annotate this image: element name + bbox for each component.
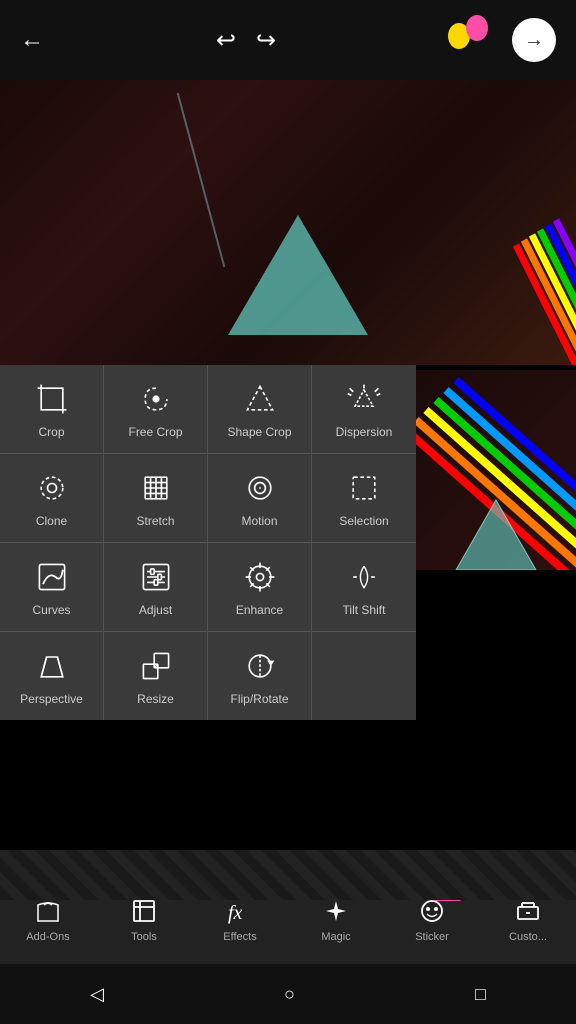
crop-icon xyxy=(32,379,72,419)
effects-label: Effects xyxy=(223,931,256,943)
stretch-label: Stretch xyxy=(136,514,174,528)
next-icon: → xyxy=(524,29,544,52)
free-crop-icon xyxy=(136,379,176,419)
crop-label: Crop xyxy=(38,425,64,439)
adjust-icon xyxy=(136,557,176,597)
prism-beam xyxy=(177,93,226,267)
tools-panel: Crop Free Crop Shape Crop xyxy=(0,365,416,720)
undo-button[interactable]: ↩ xyxy=(216,26,236,55)
tool-flip-rotate[interactable]: Flip/Rotate xyxy=(208,632,312,720)
tool-adjust[interactable]: Adjust xyxy=(104,543,208,631)
motion-label: Motion xyxy=(241,514,277,528)
enhance-icon xyxy=(240,557,280,597)
clone-label: Clone xyxy=(36,514,67,528)
perspective-label: Perspective xyxy=(20,692,83,706)
magic-label: Magic xyxy=(321,931,350,943)
dispersion-icon xyxy=(344,379,384,419)
diamond-pattern xyxy=(0,850,576,900)
redo-button[interactable]: ↪ xyxy=(256,26,276,55)
next-button[interactable]: → xyxy=(512,18,556,62)
selection-icon xyxy=(344,468,384,508)
back-button[interactable]: ← xyxy=(20,26,44,54)
tool-crop[interactable]: Crop xyxy=(0,365,104,453)
selection-label: Selection xyxy=(339,514,388,528)
tool-free-crop[interactable]: Free Crop xyxy=(104,365,208,453)
tool-selection[interactable]: Selection xyxy=(312,454,416,542)
tool-resize[interactable]: Resize xyxy=(104,632,208,720)
tools-row-4: Perspective Resize Flip/Rot xyxy=(0,632,416,720)
tool-perspective[interactable]: Perspective xyxy=(0,632,104,720)
flip-rotate-icon xyxy=(240,646,280,686)
tool-clone[interactable]: Clone xyxy=(0,454,104,542)
back-sys-button[interactable]: ◁ xyxy=(90,984,104,1005)
tools-row-1: Crop Free Crop Shape Crop xyxy=(0,365,416,454)
tool-stretch[interactable]: Stretch xyxy=(104,454,208,542)
tools-label: Tools xyxy=(131,931,157,943)
add-ons-label: Add-Ons xyxy=(26,931,69,943)
tool-motion[interactable]: Motion xyxy=(208,454,312,542)
enhance-label: Enhance xyxy=(236,603,283,617)
tilt-shift-icon xyxy=(344,557,384,597)
sticker-label: Sticker xyxy=(415,931,449,943)
curves-icon xyxy=(32,557,72,597)
image-canvas xyxy=(0,80,576,365)
tool-tilt-shift[interactable]: Tilt Shift xyxy=(312,543,416,631)
home-sys-button[interactable]: ○ xyxy=(284,984,295,1005)
tool-curves[interactable]: Curves xyxy=(0,543,104,631)
clone-icon xyxy=(32,468,72,508)
custom-label: Custo... xyxy=(509,931,547,943)
free-crop-label: Free Crop xyxy=(128,425,182,439)
tilt-shift-label: Tilt Shift xyxy=(343,603,386,617)
top-right-actions: → xyxy=(448,15,556,65)
perspective-icon xyxy=(32,646,72,686)
balloon-pink xyxy=(466,15,488,41)
tool-shape-crop[interactable]: Shape Crop xyxy=(208,365,312,453)
adjust-label: Adjust xyxy=(139,603,172,617)
motion-icon xyxy=(240,468,280,508)
stretch-icon xyxy=(136,468,176,508)
rainbow-overlay xyxy=(411,370,576,570)
tools-row-3: Curves Adjust xyxy=(0,543,416,632)
recents-sys-button[interactable]: □ xyxy=(475,984,486,1005)
balloon-decoration xyxy=(448,15,498,65)
shape-crop-icon xyxy=(240,379,280,419)
rainbow-side xyxy=(411,370,576,570)
system-bar: ◁ ○ □ xyxy=(0,964,576,1024)
rainbow-svg xyxy=(376,165,576,365)
dispersion-label: Dispersion xyxy=(336,425,393,439)
tool-dispersion[interactable]: Dispersion xyxy=(312,365,416,453)
tool-enhance[interactable]: Enhance xyxy=(208,543,312,631)
curves-label: Curves xyxy=(32,603,70,617)
tools-row-2: Clone Stretch Motion xyxy=(0,454,416,543)
top-bar: ← ↩ ↪ → xyxy=(0,0,576,80)
shape-crop-label: Shape Crop xyxy=(227,425,291,439)
resize-icon xyxy=(136,646,176,686)
flip-rotate-label: Flip/Rotate xyxy=(230,692,288,706)
resize-label: Resize xyxy=(137,692,174,706)
svg-text:fx: fx xyxy=(228,902,243,924)
prism-triangle xyxy=(228,215,368,335)
